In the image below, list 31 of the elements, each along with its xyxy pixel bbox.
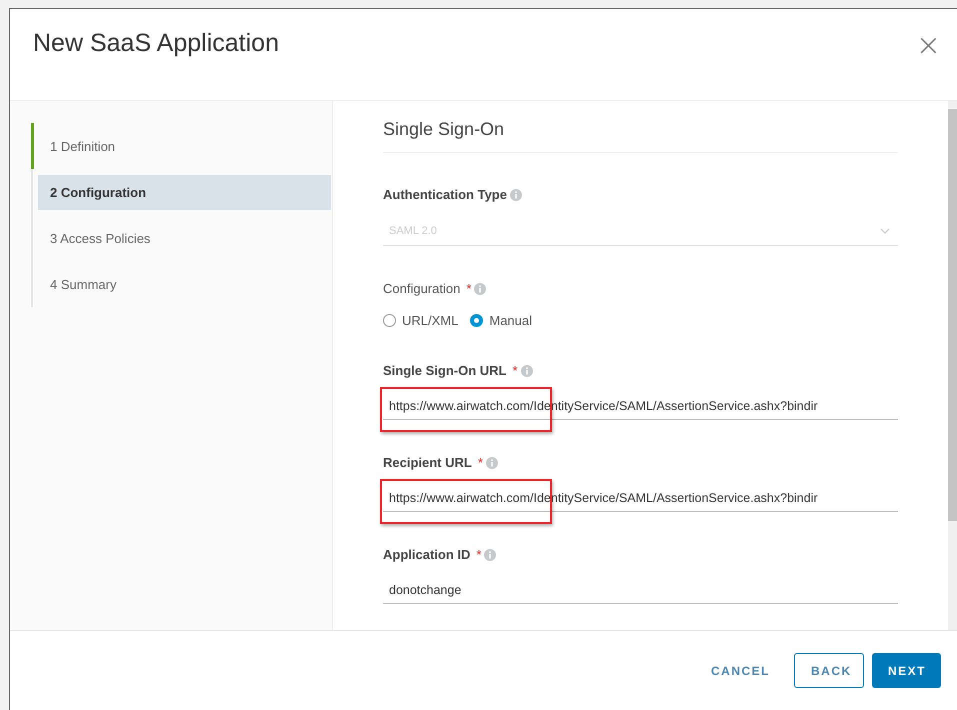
field-label: Recipient URL (383, 455, 472, 470)
scrollbar[interactable] (948, 101, 957, 630)
radio-button[interactable] (470, 314, 484, 327)
info-icon[interactable] (474, 282, 486, 294)
step-item[interactable]: 2 Configuration (38, 174, 331, 210)
footer-button[interactable]: NEXT (872, 653, 941, 688)
close-button[interactable]: × (916, 31, 941, 61)
info-icon[interactable] (520, 364, 533, 376)
step-item[interactable]: 4 Summary (38, 266, 331, 302)
footer-button[interactable]: CANCEL (695, 653, 786, 688)
info-icon[interactable] (486, 456, 498, 468)
required-mark: * (478, 455, 483, 470)
radio-label: URL/XML (402, 313, 458, 328)
step-item[interactable]: 1 Definition (38, 128, 331, 164)
field-label: Configuration (383, 281, 460, 296)
dialog-title: New SaaS Application (33, 29, 279, 58)
required-mark: * (466, 281, 472, 296)
section-title: Single Sign-On (383, 119, 898, 153)
field-label: Single Sign-On URL (383, 363, 506, 378)
required-mark: * (476, 547, 482, 562)
field-label: Authentication Type (383, 187, 507, 202)
step-item[interactable]: 3 Access Policies (38, 220, 331, 256)
footer-button[interactable]: BACK (794, 653, 864, 688)
radio-button[interactable] (383, 314, 396, 327)
chevron-down-icon (880, 228, 890, 234)
radio-label: Manual (489, 313, 532, 328)
field-label: Application ID (383, 547, 470, 562)
text-field[interactable]: donotchange (383, 579, 898, 604)
scrollbar-thumb[interactable] (948, 109, 957, 521)
info-icon[interactable] (484, 548, 496, 560)
required-mark: * (512, 363, 518, 378)
